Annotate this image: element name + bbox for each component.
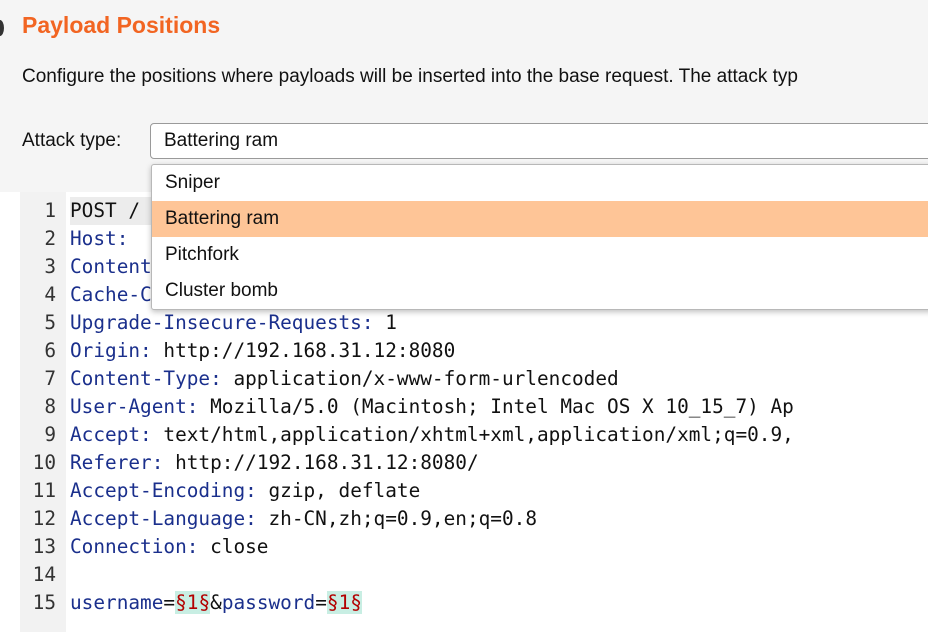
attack-type-dropdown: Sniper Battering ram Pitchfork Cluster b… (151, 164, 928, 310)
line-number: 3 (44, 255, 56, 278)
request-line: 6 Origin: http://192.168.31.12:8080 (0, 337, 928, 365)
header-name: Upgrade-Insecure-Requests (70, 311, 362, 334)
panel-edge-marker (0, 20, 4, 36)
request-line: 10 Referer: http://192.168.31.12:8080/ (0, 449, 928, 477)
attack-type-selected-value: Battering ram (164, 130, 279, 151)
header-separator: : (116, 227, 141, 250)
header-separator: : (140, 423, 164, 446)
attack-type-option-sniper[interactable]: Sniper (152, 165, 928, 201)
line-content: Accept: text/html,application/xhtml+xml,… (70, 421, 794, 449)
header-separator: : (151, 451, 176, 474)
header-separator: : (245, 479, 269, 502)
header-value: Mozilla/5.0 (Macintosh; Intel Mac OS X 1… (210, 395, 794, 418)
attack-type-select[interactable]: Battering ram (150, 123, 928, 159)
line-number: 9 (44, 423, 56, 446)
body-text: = (163, 591, 176, 614)
body-text: = (315, 591, 327, 614)
line-number: 13 (32, 535, 56, 558)
header-separator: : (186, 395, 211, 418)
header-separator: : (210, 367, 234, 390)
line-number: 7 (44, 367, 56, 390)
request-line: 7 Content-Type: application/x-www-form-ur… (0, 365, 928, 393)
header-name: Referer (70, 451, 152, 474)
line-number: 14 (32, 563, 56, 586)
header-name: Host (70, 227, 117, 250)
line-number: 6 (44, 339, 56, 362)
header-value: text/html,application/xhtml+xml,applicat… (163, 423, 794, 446)
header-value: http://192.168.31.12:8080 (163, 339, 456, 362)
request-line: 12 Accept-Language: zh-CN,zh;q=0.9,en;q=0… (0, 505, 928, 533)
request-line: 11 Accept-Encoding: gzip, deflate (0, 477, 928, 505)
header-separator: : (140, 339, 164, 362)
line-content: POST / (70, 197, 152, 225)
line-content: Accept-Encoding: gzip, deflate (70, 477, 420, 505)
payload-marker: §1§ (326, 591, 362, 614)
header-name: User-Agent (70, 395, 187, 418)
attack-type-option-battering-ram[interactable]: Battering ram (152, 201, 928, 237)
line-content: Referer: http://192.168.31.12:8080/ (70, 449, 479, 477)
header-value: close (210, 535, 269, 558)
line-number: 2 (44, 227, 56, 250)
body-text: & (210, 591, 222, 614)
request-line: 14 (0, 561, 928, 589)
line-content: username=§1§&password=§1§ (70, 589, 362, 617)
request-line-text: POST / (70, 199, 152, 222)
attack-type-label: Attack type: (22, 130, 122, 151)
request-line: 9 Accept: text/html,application/xhtml+xml… (0, 421, 928, 449)
line-content: Content-Type: application/x-www-form-url… (70, 365, 619, 393)
header-name: Accept-Encoding (70, 479, 246, 502)
line-number: 15 (32, 591, 56, 614)
request-line: 13 Connection: close (0, 533, 928, 561)
header-value: gzip, deflate (268, 479, 421, 502)
attack-type-option-pitchfork[interactable]: Pitchfork (152, 237, 928, 273)
header-value: zh-CN,zh;q=0.9,en;q=0.8 (268, 507, 537, 530)
header-separator: : (186, 535, 211, 558)
header-name: Accept-Language (70, 507, 246, 530)
line-content: Host: (70, 225, 140, 253)
line-content: User-Agent: Mozilla/5.0 (Macintosh; Inte… (70, 393, 794, 421)
line-content: Upgrade-Insecure-Requests: 1 (70, 309, 397, 337)
line-number: 10 (32, 451, 56, 474)
body-param-name: username (70, 591, 164, 614)
header-name: Origin (70, 339, 141, 362)
request-line: 8 User-Agent: Mozilla/5.0 (Macintosh; Int… (0, 393, 928, 421)
line-number: 11 (32, 479, 56, 502)
line-number: 1 (44, 199, 56, 222)
line-number: 5 (44, 311, 56, 334)
header-name: Connection (70, 535, 187, 558)
header-name: Content-Type (70, 367, 211, 390)
line-number: 8 (44, 395, 56, 418)
section-title: Payload Positions (22, 12, 221, 38)
line-content: Connection: close (70, 533, 268, 561)
attack-type-option-cluster-bomb[interactable]: Cluster bomb (152, 273, 928, 309)
line-number: 4 (44, 283, 56, 306)
header-value: application/x-www-form-urlencoded (233, 367, 619, 390)
header-value: 1 (385, 311, 397, 334)
header-separator: : (361, 311, 386, 334)
request-line: 15 username=§1§&password=§1§ (0, 589, 928, 617)
section-description: Configure the positions where payloads w… (22, 66, 798, 87)
payload-marker: §1§ (175, 591, 211, 614)
line-number: 12 (32, 507, 56, 530)
line-content: Origin: http://192.168.31.12:8080 (70, 337, 455, 365)
line-content: Accept-Language: zh-CN,zh;q=0.9,en;q=0.8 (70, 505, 537, 533)
body-param-name: password (221, 591, 316, 614)
header-name: Accept (70, 423, 141, 446)
header-separator: : (245, 507, 269, 530)
header-value: http://192.168.31.12:8080/ (175, 451, 479, 474)
request-line: 5 Upgrade-Insecure-Requests: 1 (0, 309, 928, 337)
